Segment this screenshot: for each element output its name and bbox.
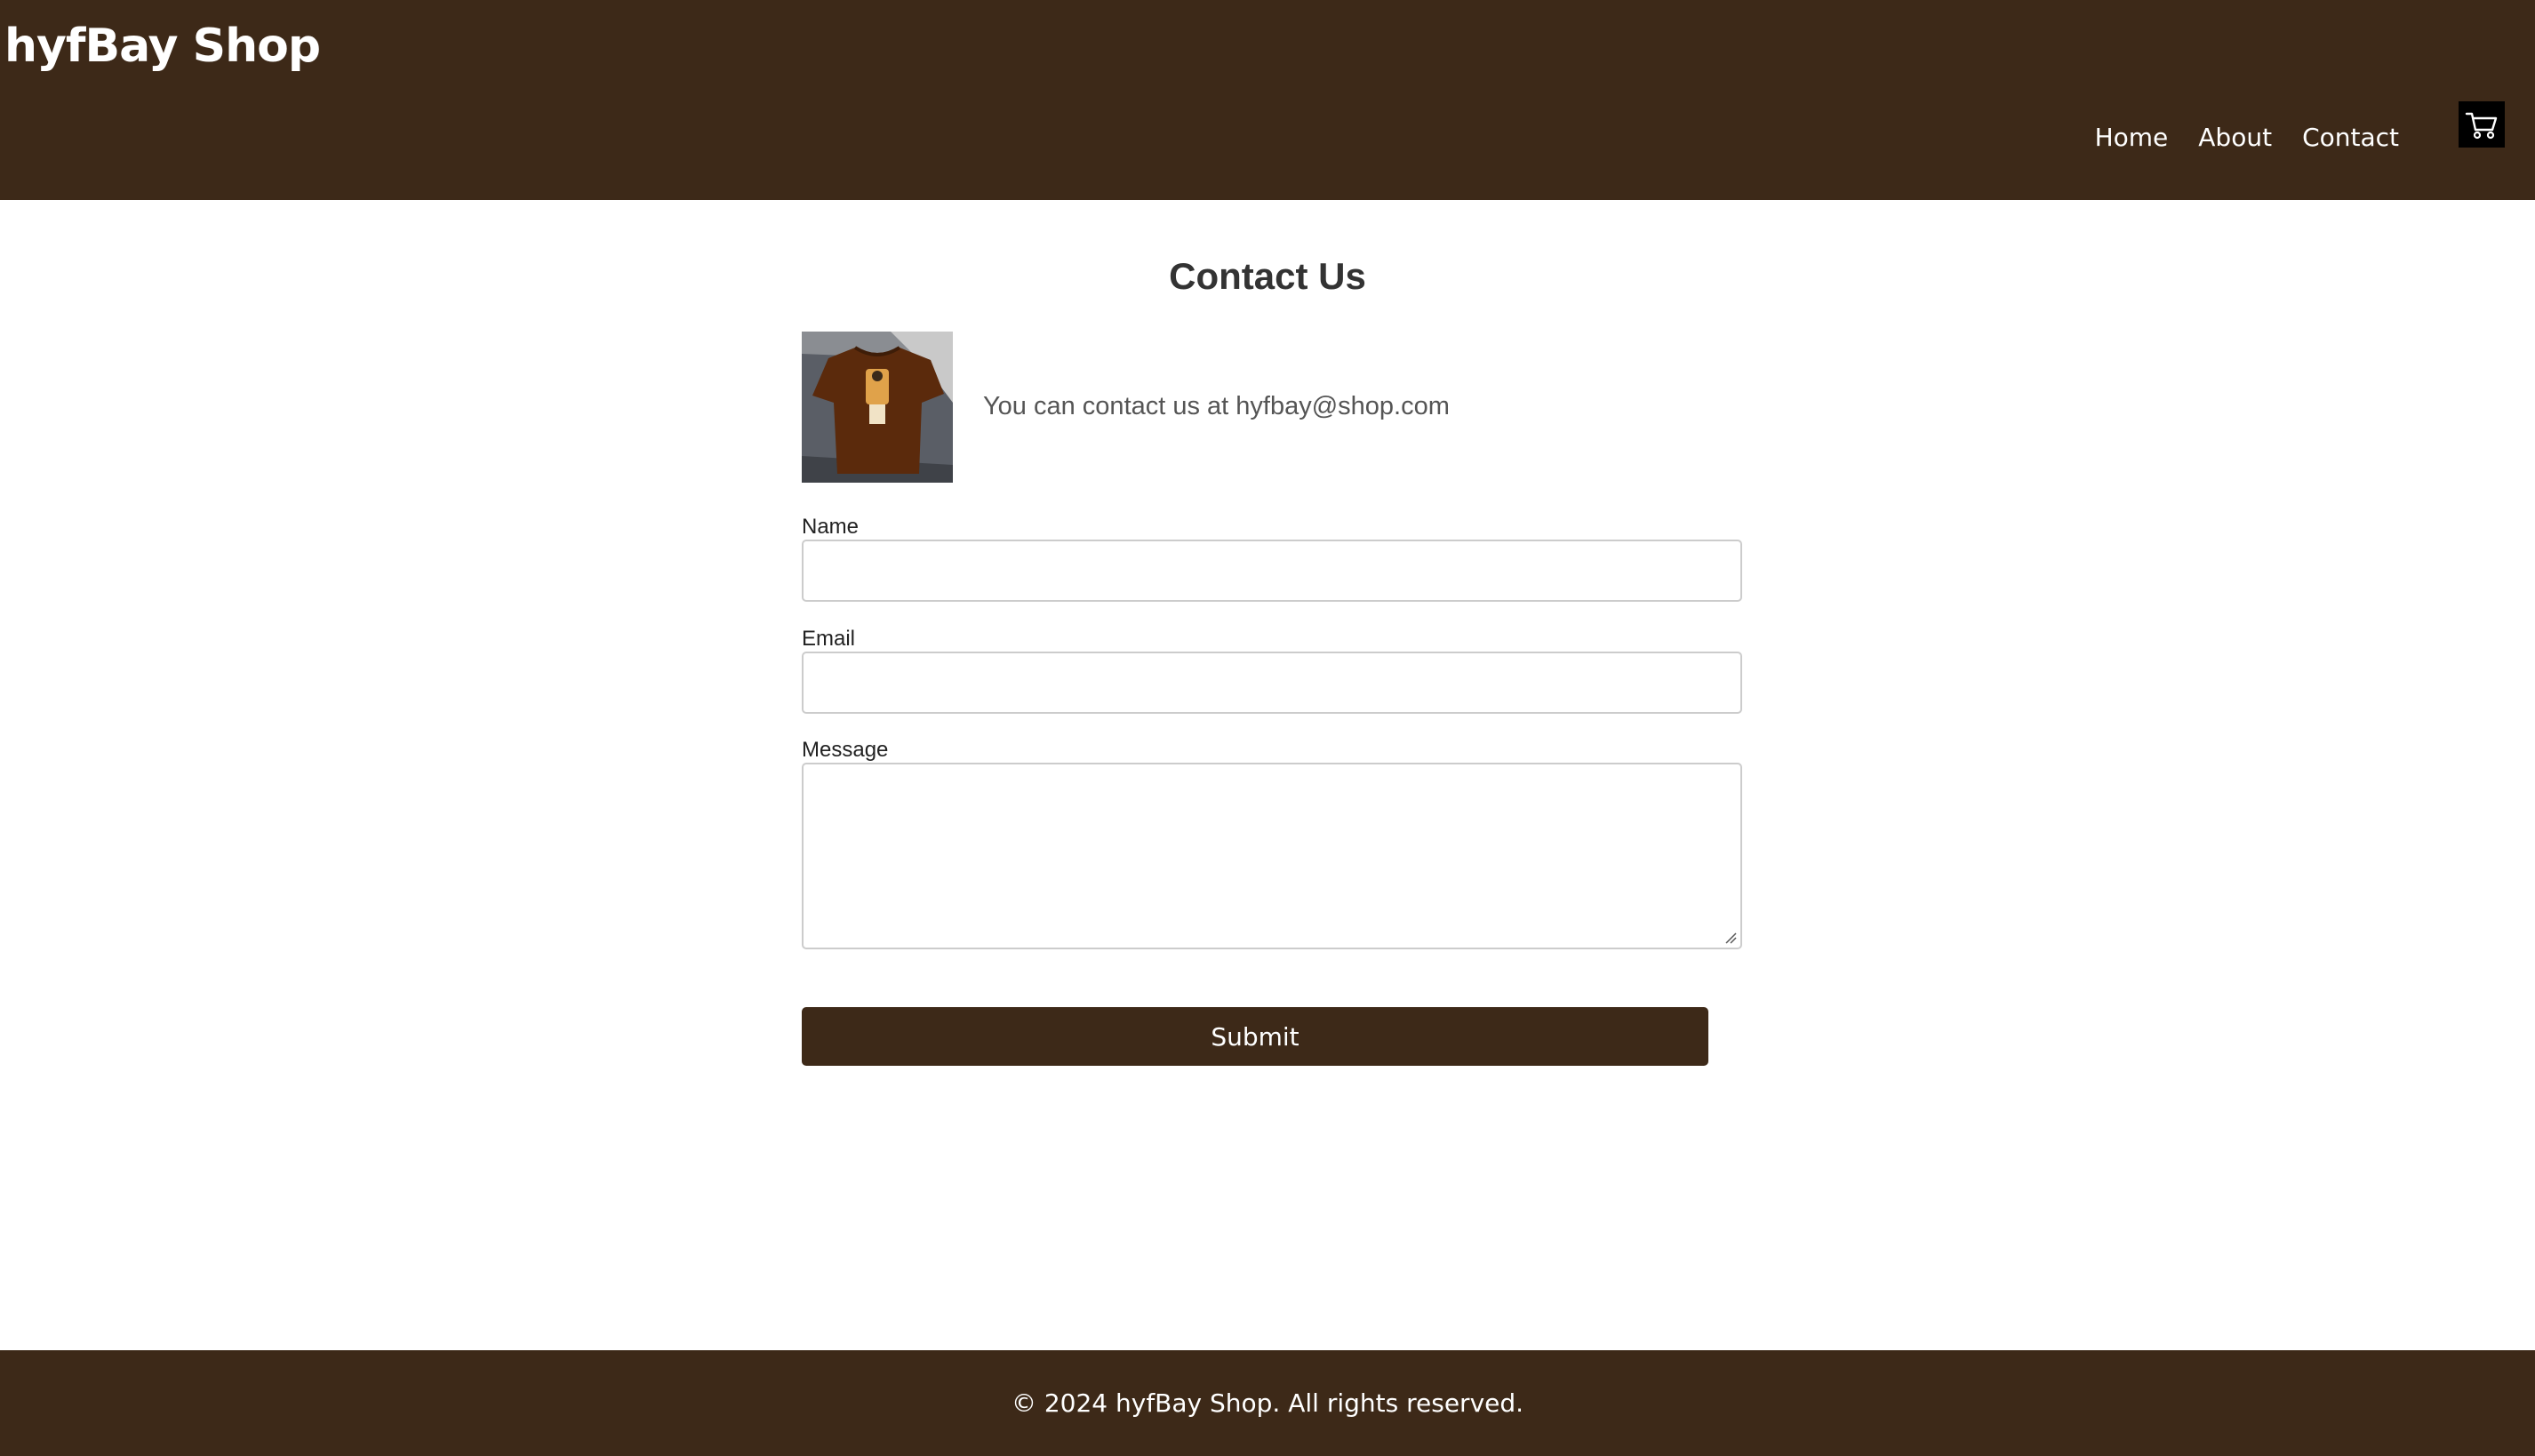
main-content: Contact Us You can contact us at hyfbay@… [0,200,2535,1350]
site-title[interactable]: hyfBay Shop [4,20,321,73]
submit-button[interactable]: Submit [802,1007,1708,1066]
nav-about-link[interactable]: About [2198,123,2272,152]
shopping-cart-icon [2465,112,2498,140]
main-nav: Home About Contact [2095,123,2399,152]
nav-contact-link[interactable]: Contact [2302,123,2399,152]
copyright-text: © 2024 hyfBay Shop. All rights reserved. [1011,1388,1524,1418]
contact-info-text: You can contact us at hyfbay@shop.com [983,392,1450,420]
name-input[interactable] [802,540,1742,602]
site-header: hyfBay Shop Home About Contact [0,0,2535,200]
name-label: Name [802,515,860,539]
email-input[interactable] [802,652,1742,714]
site-footer: © 2024 hyfBay Shop. All rights reserved. [0,1350,2535,1456]
message-label: Message [802,738,889,762]
resize-grip-icon[interactable] [1724,932,1737,944]
message-textarea[interactable] [802,763,1742,949]
page-title: Contact Us [1169,255,1366,297]
cart-button[interactable] [2459,101,2505,148]
email-label: Email [802,627,856,651]
product-thumbnail [802,332,953,483]
nav-home-link[interactable]: Home [2095,123,2169,152]
